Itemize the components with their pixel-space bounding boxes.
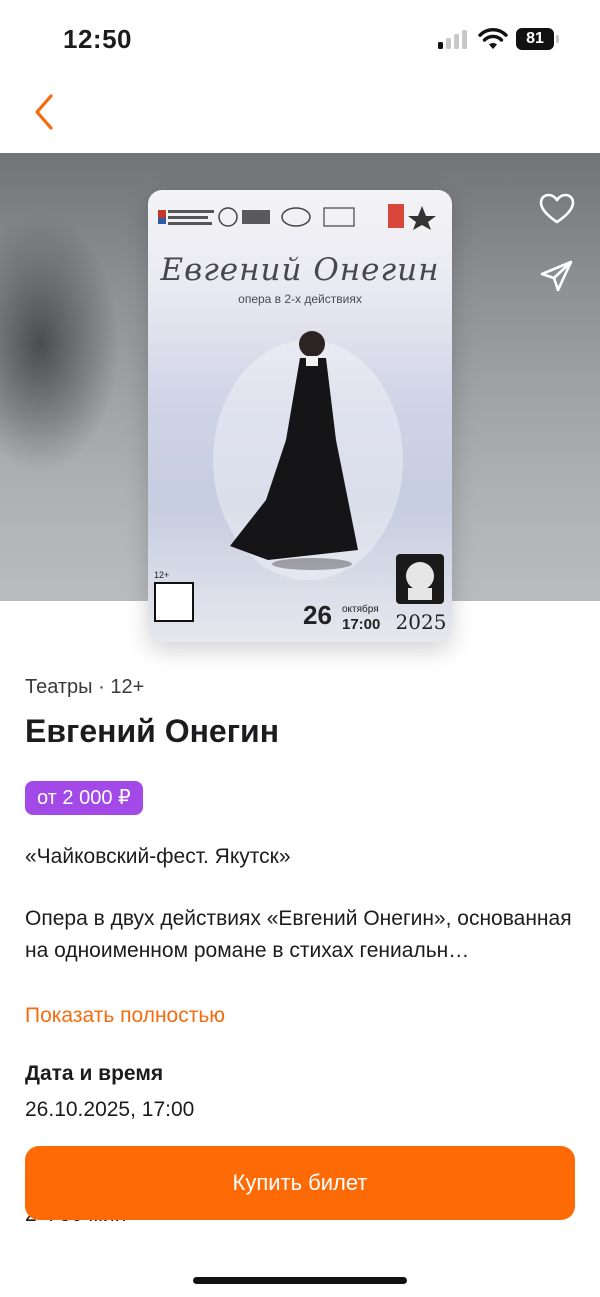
poster-year: 2025 [395,610,447,634]
battery-cap [556,35,559,43]
poster-date-day: 26 [303,600,332,630]
back-button[interactable] [26,92,62,132]
poster-figure-image [213,331,403,580]
status-time: 12:50 [63,24,132,54]
event-category: Театры · 12+ [25,676,145,698]
poster-subtitle: опера в 2-х действиях [238,292,362,306]
datetime-value: 26.10.2025, 17:00 [25,1098,195,1121]
sponsor-logos [158,204,436,230]
send-icon [540,260,573,292]
datetime-label: Дата и время [25,1062,164,1085]
favorite-button[interactable] [537,189,577,229]
status-bar: 12:50 81 [0,0,600,80]
price-badge: от 2 000 ₽ [25,781,143,815]
chevron-left-icon [35,94,53,130]
poster-date-time: 17:00 [342,616,381,633]
poster-title: Евгений Онегин [160,252,440,288]
buy-ticket-button[interactable]: Купить билет [25,1146,575,1220]
poster-date-month: октября [342,604,379,615]
share-button[interactable] [537,256,577,296]
cellular-signal-icon [438,30,468,49]
event-title: Евгений Онегин [25,713,280,749]
wifi-icon [478,28,508,49]
event-poster: Евгений Онегин опера в 2-х действиях 12+… [148,190,452,642]
home-indicator [193,1277,407,1284]
show-more-link[interactable]: Показать полностью [25,1004,225,1028]
heart-icon [539,193,575,224]
poster-age-rating: 12+ [154,570,170,580]
qr-code-icon [154,582,194,622]
event-description: Опера в двух действиях «Евгений Онегин»,… [25,907,572,962]
event-festival: «Чайковский-фест. Якутск» [25,845,291,868]
battery-indicator: 81 [516,28,554,50]
